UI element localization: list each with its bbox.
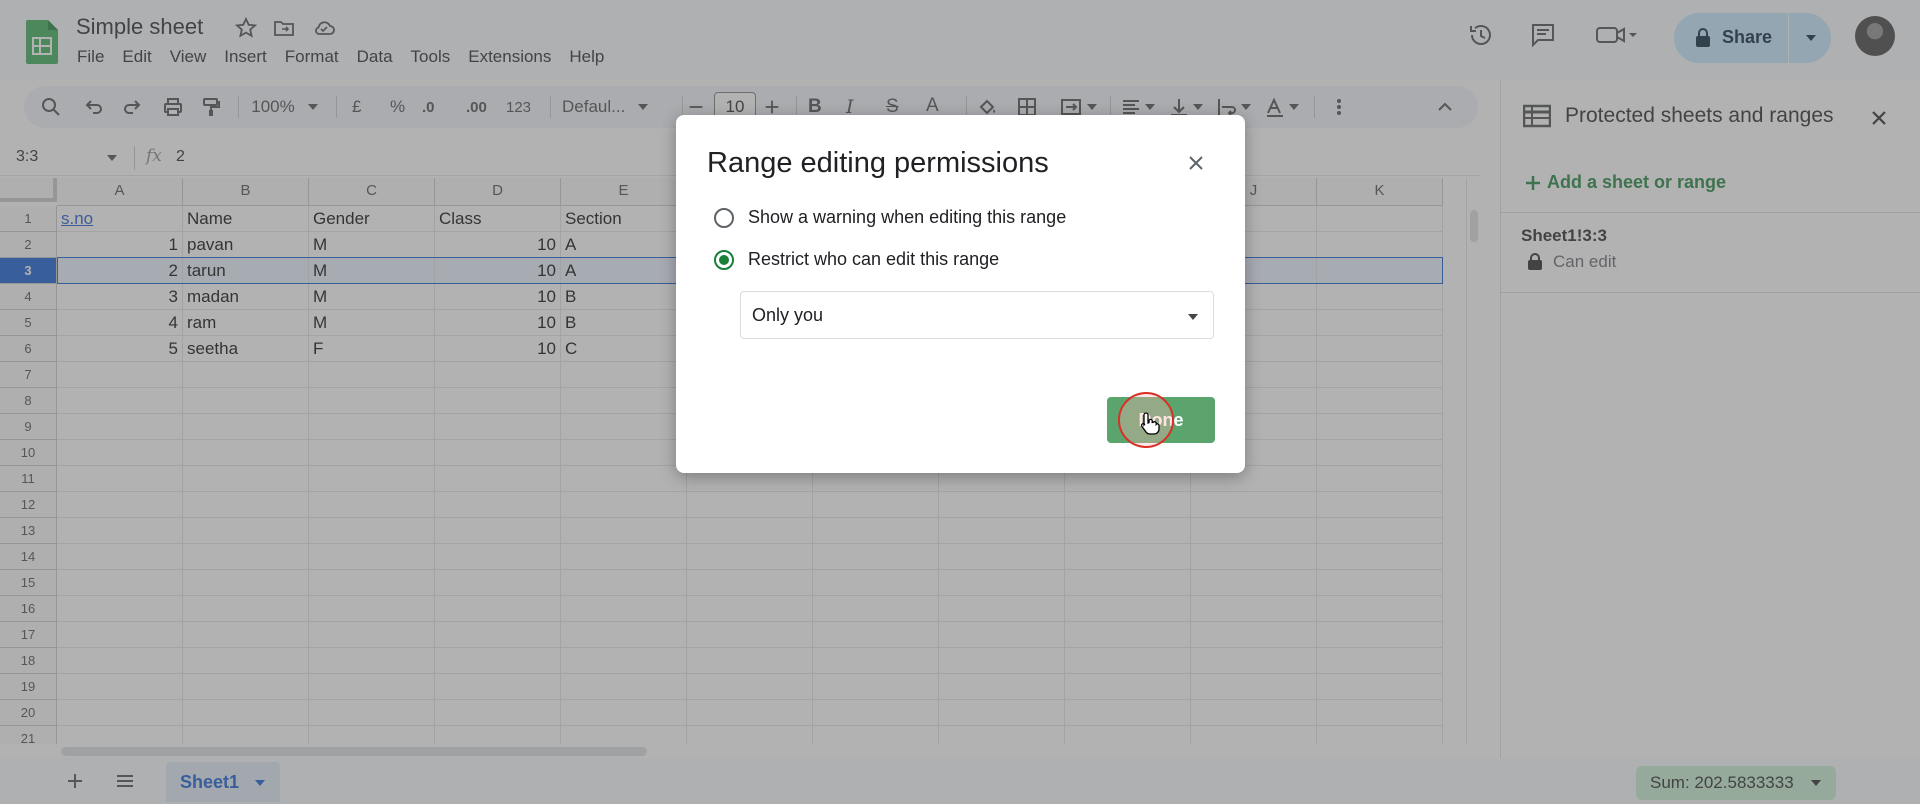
close-icon[interactable] bbox=[1182, 149, 1210, 177]
range-permissions-dialog: Range editing permissions Show a warning… bbox=[676, 115, 1245, 473]
option-show-warning-label: Show a warning when editing this range bbox=[748, 207, 1067, 227]
editors-select-value: Only you bbox=[752, 305, 824, 325]
option-show-warning[interactable]: Show a warning when editing this range bbox=[714, 207, 1066, 228]
radio-show-warning[interactable] bbox=[714, 207, 734, 228]
option-restrict-editing[interactable]: Restrict who can edit this range bbox=[714, 249, 999, 270]
editors-select[interactable]: Only you bbox=[740, 291, 1214, 339]
chevron-down-icon bbox=[1188, 314, 1198, 320]
hand-cursor-icon bbox=[1140, 412, 1160, 435]
radio-restrict-editing[interactable] bbox=[714, 249, 734, 270]
option-restrict-label: Restrict who can edit this range bbox=[748, 249, 1000, 269]
dialog-title: Range editing permissions bbox=[707, 147, 1049, 179]
